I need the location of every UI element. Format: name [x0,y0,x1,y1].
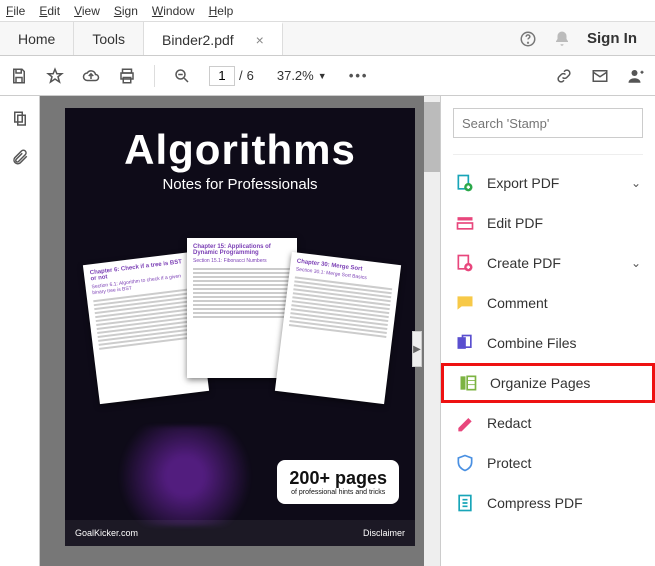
chevron-down-icon: ⌄ [631,176,641,190]
nav-panel [0,96,40,566]
tool-export-pdf[interactable]: Export PDF ⌄ [441,163,655,203]
toolbar: / 6 37.2% ▼ ••• [0,56,655,96]
tool-label: Compress PDF [487,495,583,511]
pages-badge: 200+ pages of professional hints and tri… [277,460,399,504]
tool-label: Edit PDF [487,215,543,231]
star-icon[interactable] [46,67,64,85]
menu-help[interactable]: Help [209,4,234,18]
tool-label: Export PDF [487,175,559,191]
redact-icon [455,413,475,433]
document-viewport[interactable]: Algorithms Notes for Professionals Chapt… [40,96,440,566]
tool-label: Redact [487,415,531,431]
menu-view[interactable]: View [74,4,100,18]
print-icon[interactable] [118,67,136,85]
tool-redact[interactable]: Redact [441,403,655,443]
export-pdf-icon [455,173,475,193]
tab-bar: Home Tools Binder2.pdf × Sign In [0,22,655,56]
tool-label: Comment [487,295,548,311]
tool-protect[interactable]: Protect [441,443,655,483]
tool-create-pdf[interactable]: Create PDF ⌄ [441,243,655,283]
sign-in-button[interactable]: Sign In [587,30,637,47]
chevron-down-icon: ▼ [318,71,327,81]
attachment-icon[interactable] [11,148,29,166]
combine-icon [455,333,475,353]
search-tools-input[interactable] [453,108,643,138]
page-current-input[interactable] [209,66,235,86]
zoom-out-icon[interactable] [173,67,191,85]
zoom-dropdown[interactable]: 37.2% ▼ [272,65,332,86]
help-icon[interactable] [519,30,537,48]
menu-edit[interactable]: Edit [39,4,60,18]
tab-document-label: Binder2.pdf [162,32,234,48]
cloud-upload-icon[interactable] [82,67,100,85]
tool-label: Organize Pages [490,375,590,391]
mail-icon[interactable] [591,67,609,85]
organize-icon [458,373,478,393]
vertical-scrollbar[interactable] [424,96,440,566]
doc-subtitle: Notes for Professionals [65,176,415,193]
save-icon[interactable] [10,67,28,85]
pdf-page: Algorithms Notes for Professionals Chapt… [65,108,415,546]
page-total: 6 [247,68,254,83]
tool-combine-files[interactable]: Combine Files [441,323,655,363]
tool-edit-pdf[interactable]: Edit PDF [441,203,655,243]
compress-icon [455,493,475,513]
comment-icon [455,293,475,313]
sample-page-3: Chapter 30: Merge SortSection 30.1: Merg… [275,252,401,404]
tool-compress-pdf[interactable]: Compress PDF [441,483,655,523]
content-area: Algorithms Notes for Professionals Chapt… [0,96,655,566]
link-icon[interactable] [555,67,573,85]
create-pdf-icon [455,253,475,273]
menu-bar: File Edit View Sign Window Help [0,0,655,22]
zoom-value: 37.2% [277,68,314,83]
bell-icon[interactable] [553,30,571,48]
close-tab-icon[interactable]: × [256,32,264,48]
page-separator: / [239,68,243,83]
doc-title: Algorithms [65,126,415,174]
tool-label: Create PDF [487,255,561,271]
tool-comment[interactable]: Comment [441,283,655,323]
tool-label: Protect [487,455,531,471]
chevron-down-icon: ⌄ [631,256,641,270]
tool-label: Combine Files [487,335,576,351]
tool-organize-pages[interactable]: Organize Pages [441,363,655,403]
tab-home[interactable]: Home [0,22,74,55]
edit-pdf-icon [455,213,475,233]
doc-footer: GoalKicker.com Disclaimer [65,520,415,546]
protect-icon [455,453,475,473]
menu-window[interactable]: Window [152,4,195,18]
menu-file[interactable]: File [6,4,25,18]
tab-tools[interactable]: Tools [74,22,144,55]
thumbnails-icon[interactable] [11,110,29,128]
page-indicator: / 6 [209,66,254,86]
menu-sign[interactable]: Sign [114,4,138,18]
collapse-right-pane-icon[interactable]: ▶ [412,331,422,367]
tools-pane: Export PDF ⌄ Edit PDF Create PDF ⌄ Comme… [440,96,655,566]
tab-document[interactable]: Binder2.pdf × [144,22,283,55]
add-user-icon[interactable] [627,67,645,85]
more-icon[interactable]: ••• [350,67,368,85]
